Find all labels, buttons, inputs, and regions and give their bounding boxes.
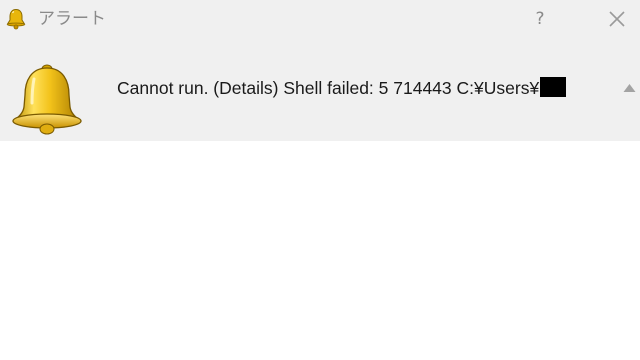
error-message-text: Cannot run. (Details) Shell failed: 5 71… xyxy=(117,78,540,98)
redacted-username xyxy=(540,77,567,97)
window-title: アラート xyxy=(38,9,106,29)
bell-icon xyxy=(12,64,82,135)
close-icon[interactable] xyxy=(602,4,632,34)
help-button[interactable]: ? xyxy=(526,4,554,34)
error-message: Cannot run. (Details) Shell failed: 5 71… xyxy=(117,76,567,100)
title-bar: アラート ? xyxy=(0,0,640,44)
alert-dialog: アラート ? Cannot run. (Details) Shell faile xyxy=(0,0,640,141)
message-scrollbar[interactable] xyxy=(619,66,640,141)
arrow-up-icon[interactable] xyxy=(619,66,640,110)
bell-icon xyxy=(6,8,26,30)
